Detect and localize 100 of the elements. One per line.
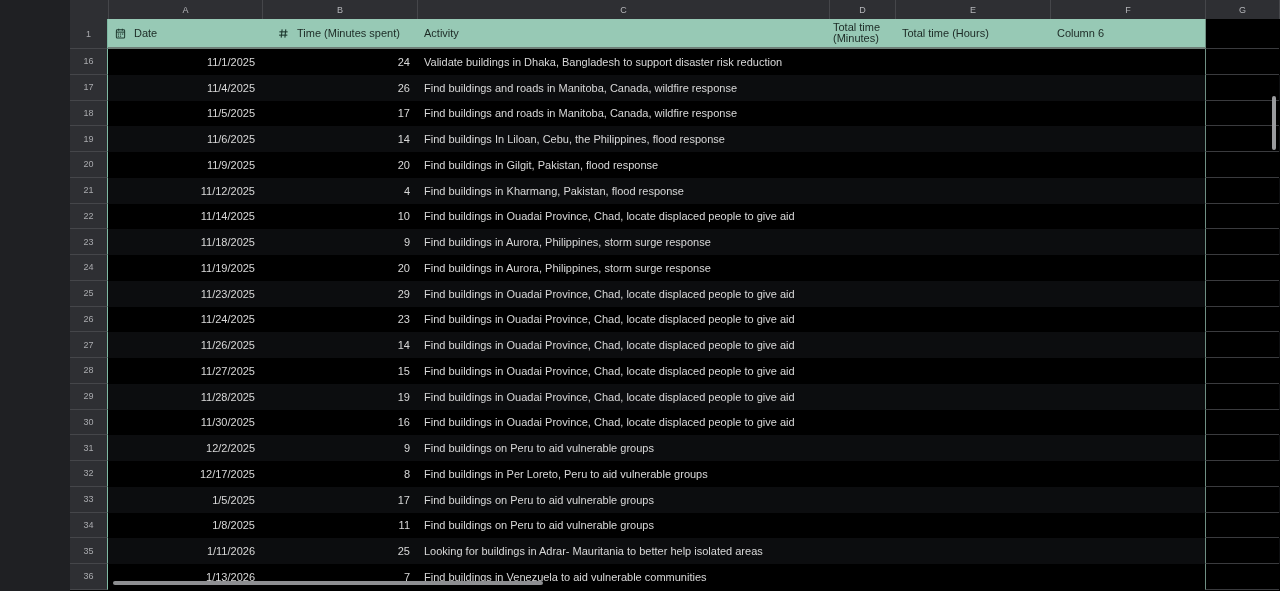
table-cell-text: 19 [396,389,411,405]
table-cell-text: Find buildings in Ouadai Province, Chad, locate displaced people to give aid [423,209,796,225]
calendar-icon [115,27,126,39]
table-cell-text: 29 [396,286,411,302]
row-number[interactable]: 19 [70,126,108,152]
table-cell-text: Find buildings in Aurora, Philippines, storm surge response [423,235,712,251]
row-number[interactable]: 22 [70,203,108,230]
header-cell[interactable]: Time (Minutes spent) [262,19,417,49]
table-cell-text: 11/14/2025 [199,209,256,225]
row-number[interactable]: 23 [70,229,108,255]
table-cell-text: Find buildings in Ouadai Province, Chad, locate displaced people to give aid [423,312,796,328]
header-cell[interactable]: Total time (Hours) [895,19,1050,49]
column-title: Date [134,27,158,39]
table-cell-text: 26 [396,80,411,96]
table-cell-text: Find buildings on Peru to aid vulnerable groups [423,492,655,508]
table-cell-text: 1/11/2026 [205,544,256,560]
row-number[interactable]: 32 [70,461,108,487]
table-cell-text: 4 [402,183,411,199]
table-cell-text: 11/12/2025 [199,183,256,199]
table-cell-text: 20 [396,157,411,173]
table-cell-text: 11/6/2025 [205,132,256,148]
table-cell-text: 15 [396,363,411,379]
table-cell-text: 11 [397,518,411,534]
table-cell-text: 14 [396,132,411,148]
table-cell-text: Find buildings in Gilgit, Pakistan, flood response [423,157,660,173]
header-cell[interactable]: Date [108,19,262,49]
row-number[interactable]: 18 [70,100,108,127]
row-number[interactable]: 31 [70,435,108,461]
scrollbar-thumb[interactable] [113,581,543,585]
column-title: Time (Minutes spent) [297,27,400,39]
column-title: Total time (Hours) [902,27,989,39]
row-number[interactable]: 26 [70,306,108,333]
table-cell-text: 11/18/2025 [199,235,256,251]
row-number[interactable]: 33 [70,486,108,513]
row-number[interactable]: 28 [70,358,108,384]
table-cell-text: 11/27/2025 [199,363,256,379]
table-cell-text: 11/24/2025 [199,312,256,328]
table-cell-text: 17 [396,492,411,508]
table-cell-text: 12/17/2025 [198,466,256,482]
table-cell-text: 11/23/2025 [199,286,256,302]
table-cell-text: Find buildings in Ouadai Province, Chad, locate displaced people to give aid [423,389,796,405]
table-cell-text: Find buildings in Ouadai Province, Chad, locate displaced people to give aid [423,363,796,379]
table-cell-text: Find buildings in Kharmang, Pakistan, flood response [423,183,685,199]
table-cell-text: 17 [396,106,411,122]
row-number[interactable]: 1 [70,19,108,49]
table-cell-text: 1/8/2025 [211,518,256,534]
table-cell-text: 11/26/2025 [199,338,256,354]
table-cell-text: 16 [396,415,411,431]
table-cell-text: Find buildings In Liloan, Cebu, the Philippines, flood response [423,132,726,148]
scrollbar-thumb[interactable] [1272,96,1276,150]
table-cell-text: 1/5/2025 [211,492,256,508]
table-cell-text: Find buildings in Per Loreto, Peru to aid vulnerable groups [423,466,709,482]
table-cell-text: 11/28/2025 [199,389,256,405]
column-title: Column 6 [1057,27,1105,39]
table-cell-text: 7 [402,569,411,585]
row-number[interactable]: 34 [70,512,108,539]
table-cell-text: 11/5/2025 [205,106,256,122]
table-cell-text: 24 [396,54,411,70]
column-title: Total time (Minutes) [833,22,882,44]
hash-icon [278,27,289,39]
row-number[interactable]: 17 [70,74,108,101]
row-number[interactable]: 27 [70,332,108,358]
table-cell-text: Find buildings in Venezuela to aid vulnerable communities [423,569,708,585]
header-cell[interactable]: Total time (Minutes) [829,19,895,49]
table-cell-text: Validate buildings in Dhaka, Bangladesh to support disaster risk reduction [423,54,784,70]
table-cell-text: Find buildings in Aurora, Philippines, storm surge response [423,260,712,276]
header-cell[interactable]: Activity [417,19,829,49]
table-cell-text: Find buildings in Ouadai Province, Chad, locate displaced people to give aid [423,338,796,354]
header-cell[interactable]: Column 6 [1050,19,1205,49]
row-number[interactable]: 21 [70,177,108,204]
table-cell-text: 25 [396,544,411,560]
row-number[interactable]: 20 [70,152,108,178]
table-cell-text: 9 [402,441,411,457]
table-cell-text: 10 [396,209,411,225]
table-cell-text: 20 [396,260,411,276]
table-cell-text: 1/13/2026 [205,569,256,585]
table-cell-text: 12/2/2025 [205,441,256,457]
column-title: Activity [424,27,459,39]
table-cell-text: 11/4/2025 [205,80,256,96]
row-number[interactable]: 16 [70,49,108,75]
table-cell-text: 23 [396,312,411,328]
row-number[interactable]: 29 [70,383,108,410]
table-cell-text: 11/19/2025 [199,260,256,276]
table-cell-text: Find buildings in Ouadai Province, Chad, locate displaced people to give aid [423,286,796,302]
table-cell-text: 11/9/2025 [205,157,256,173]
table-cell-text: 8 [402,466,411,482]
row-number[interactable]: 30 [70,409,108,436]
row-number[interactable]: 25 [70,280,108,307]
table-cell-text: 11/1/2025 [205,54,256,70]
table-cell-text: Find buildings in Ouadai Province, Chad, locate displaced people to give aid [423,415,796,431]
table-cell-text: Looking for buildings in Adrar- Mauritania to better help isolated areas [423,544,764,560]
table-cell-text: Find buildings and roads in Manitoba, Canada, wildfire response [423,80,739,96]
table-cell-text: Find buildings on Peru to aid vulnerable groups [423,441,655,457]
table-cell-text: Find buildings and roads in Manitoba, Canada, wildfire response [423,106,739,122]
row-number[interactable]: 24 [70,255,108,281]
table-cell-text: 9 [402,235,411,251]
row-number[interactable]: 35 [70,538,108,564]
table-cell-text: Find buildings on Peru to aid vulnerable groups [423,518,655,534]
row-number[interactable]: 36 [70,564,108,590]
table-cell-text: 14 [396,338,411,354]
